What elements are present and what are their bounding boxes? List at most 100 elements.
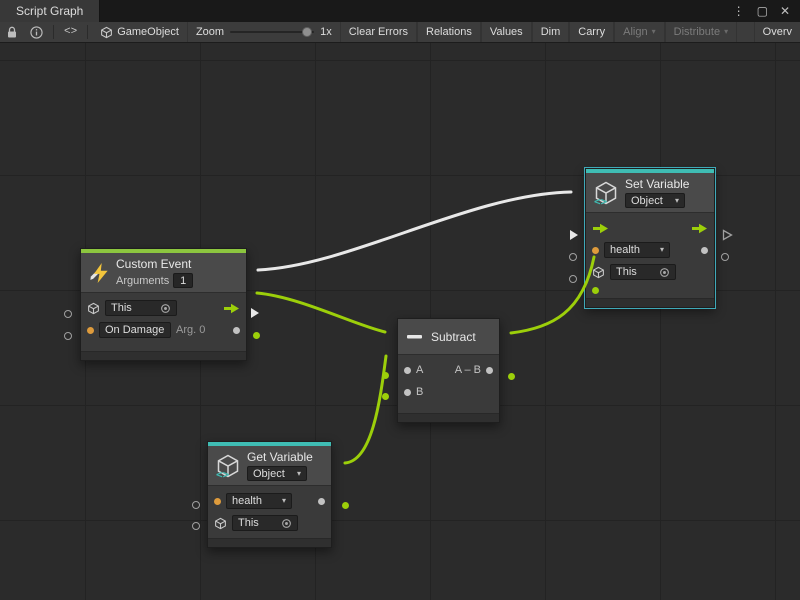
flow-in-arrow-icon[interactable] bbox=[592, 223, 609, 234]
relations-button[interactable]: Relations bbox=[417, 22, 481, 42]
values-button[interactable]: Values bbox=[481, 22, 532, 42]
cube-icon bbox=[592, 266, 605, 279]
graph-canvas[interactable]: Custom Event Arguments 1 This bbox=[0, 43, 800, 600]
gameobject-button[interactable]: GameObject bbox=[92, 22, 188, 42]
value-out-dot[interactable] bbox=[318, 498, 325, 505]
port-subtract-a-in[interactable] bbox=[382, 372, 389, 379]
window-menu-icon[interactable]: ⋮ bbox=[733, 5, 745, 17]
overview-button[interactable]: Overv bbox=[754, 22, 800, 42]
set-variable-header: <> Set Variable Object ▾ bbox=[586, 173, 714, 213]
flow-out-arrow-icon[interactable] bbox=[223, 303, 240, 314]
zoom-slider-knob[interactable] bbox=[302, 27, 312, 37]
get-variable-body: health ▾ This bbox=[208, 486, 331, 534]
node-title: Custom Event bbox=[116, 257, 193, 271]
input-b-label: B bbox=[416, 386, 423, 398]
port-setvariable-value-out[interactable] bbox=[721, 253, 729, 261]
arguments-label: Arguments bbox=[116, 275, 169, 287]
port-getvariable-value-out[interactable] bbox=[342, 502, 349, 509]
event-name-value: On Damage bbox=[105, 324, 164, 336]
node-custom-event[interactable]: Custom Event Arguments 1 This bbox=[80, 248, 247, 361]
port-subtract-b-in[interactable] bbox=[382, 393, 389, 400]
port-subtract-result-out[interactable] bbox=[508, 373, 515, 380]
string-port-dot[interactable] bbox=[214, 498, 221, 505]
target-selector[interactable]: This bbox=[105, 300, 177, 316]
variable-scope-dropdown[interactable]: Object ▾ bbox=[625, 193, 685, 208]
port-customevent-flow-out[interactable] bbox=[251, 308, 259, 318]
subtract-body: A A – B B bbox=[398, 355, 499, 403]
window-controls: ⋮ ▢ ✕ bbox=[733, 0, 800, 22]
node-subtract[interactable]: Subtract A A – B B bbox=[397, 318, 500, 423]
port-customevent-name-in[interactable] bbox=[64, 332, 72, 340]
flow-out-arrow-icon[interactable] bbox=[691, 223, 708, 234]
variable-name-dropdown[interactable]: health ▾ bbox=[226, 493, 292, 509]
string-port-dot[interactable] bbox=[87, 327, 94, 334]
tab-label: Script Graph bbox=[16, 4, 83, 18]
port-getvariable-target-in[interactable] bbox=[192, 522, 200, 530]
wire-data-arg0-to-subtract-a[interactable] bbox=[257, 293, 385, 332]
object-picker-icon[interactable] bbox=[659, 267, 670, 278]
close-icon[interactable]: ✕ bbox=[780, 5, 790, 17]
variable-scope-dropdown[interactable]: Object ▾ bbox=[247, 466, 307, 481]
cube-icon bbox=[87, 302, 100, 315]
scope-value: Object bbox=[631, 195, 663, 207]
input-b-dot[interactable] bbox=[404, 389, 411, 396]
dim-button[interactable]: Dim bbox=[532, 22, 570, 42]
info-icon[interactable] bbox=[24, 22, 49, 42]
carry-button[interactable]: Carry bbox=[569, 22, 614, 42]
chevron-down-icon: ▾ bbox=[297, 470, 301, 478]
svg-text:<>: <> bbox=[216, 468, 230, 478]
zoom-label: Zoom bbox=[196, 26, 224, 38]
chevron-down-icon: ▾ bbox=[675, 197, 679, 205]
maximize-icon[interactable]: ▢ bbox=[757, 5, 768, 17]
arg0-label: Arg. 0 bbox=[176, 324, 205, 336]
variable-name-value: health bbox=[232, 495, 262, 507]
node-title: Set Variable bbox=[625, 177, 689, 191]
target-selector[interactable]: This bbox=[610, 264, 676, 280]
object-picker-icon[interactable] bbox=[160, 303, 171, 314]
custom-event-icon bbox=[89, 262, 109, 284]
value-out-dot[interactable] bbox=[701, 247, 708, 254]
result-port-dot[interactable] bbox=[486, 367, 493, 374]
target-value: This bbox=[616, 266, 637, 278]
object-picker-icon[interactable] bbox=[281, 518, 292, 529]
string-port-dot[interactable] bbox=[592, 247, 599, 254]
set-variable-body: health ▾ This bbox=[586, 213, 714, 297]
port-getvariable-name-in[interactable] bbox=[192, 501, 200, 509]
arg0-port-dot[interactable] bbox=[233, 327, 240, 334]
wire-flow-customevent-to-setvariable[interactable] bbox=[258, 192, 571, 270]
target-selector[interactable]: This bbox=[232, 515, 298, 531]
target-value: This bbox=[238, 517, 259, 529]
align-button: Align ▾ bbox=[614, 22, 664, 42]
value-in-dot[interactable] bbox=[592, 287, 599, 294]
code-icon[interactable]: <> bbox=[58, 22, 83, 42]
zoom-slider[interactable] bbox=[230, 31, 314, 33]
port-row-name: health ▾ bbox=[586, 239, 714, 261]
clear-errors-button[interactable]: Clear Errors bbox=[340, 22, 417, 42]
input-a-dot[interactable] bbox=[404, 367, 411, 374]
port-row-a: A A – B bbox=[398, 359, 499, 381]
node-title: Subtract bbox=[431, 330, 476, 344]
toolbar-separator bbox=[87, 25, 88, 39]
result-label: A – B bbox=[455, 364, 481, 376]
tab-script-graph[interactable]: Script Graph bbox=[0, 0, 100, 22]
graph-toolbar: <> GameObject Zoom 1x Clear Errors Relat… bbox=[0, 22, 800, 43]
port-setvariable-flow-out[interactable] bbox=[722, 229, 733, 241]
arguments-field[interactable]: 1 bbox=[173, 273, 193, 288]
toolbar-separator bbox=[53, 25, 54, 39]
node-get-variable[interactable]: <> Get Variable Object ▾ health ▾ bbox=[207, 441, 332, 548]
port-setvariable-name-in[interactable] bbox=[569, 253, 577, 261]
port-customevent-arg0-out[interactable] bbox=[253, 332, 260, 339]
port-row-name: health ▾ bbox=[208, 490, 331, 512]
port-row-flow bbox=[586, 217, 714, 239]
svg-text:<>: <> bbox=[594, 195, 608, 205]
tab-bar: Script Graph ⋮ ▢ ✕ bbox=[0, 0, 800, 22]
port-customevent-flow-in[interactable] bbox=[64, 310, 72, 318]
port-setvariable-target-in[interactable] bbox=[569, 275, 577, 283]
node-set-variable[interactable]: <> Set Variable Object ▾ bbox=[585, 168, 715, 308]
wire-data-getvariable-to-subtract-b[interactable] bbox=[345, 356, 386, 463]
port-setvariable-flow-in[interactable] bbox=[570, 230, 578, 240]
event-name-field[interactable]: On Damage bbox=[99, 322, 171, 338]
variable-name-dropdown[interactable]: health ▾ bbox=[604, 242, 670, 258]
wire-data-subtract-to-setvariable[interactable] bbox=[511, 257, 594, 333]
lock-icon[interactable] bbox=[0, 22, 24, 42]
